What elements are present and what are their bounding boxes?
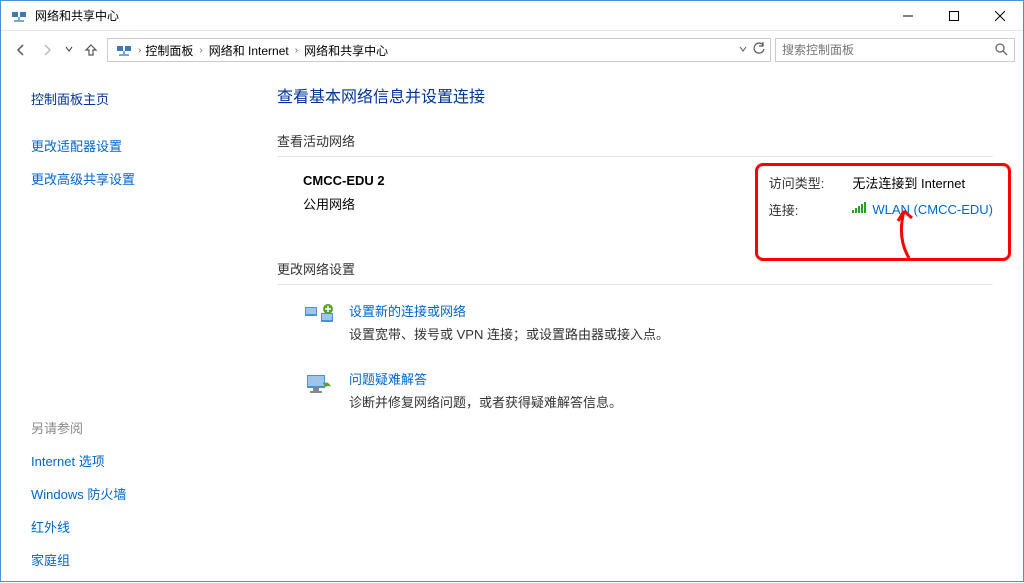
change-settings-heading: 更改网络设置: [277, 259, 993, 278]
sidebar-link-internet-options[interactable]: Internet 选项: [31, 451, 241, 470]
window-title: 网络和共享中心: [35, 7, 885, 24]
breadcrumb-item[interactable]: 网络和 Internet ›: [207, 42, 300, 59]
sidebar: 控制面板主页 更改适配器设置 更改高级共享设置 另请参阅 Internet 选项…: [1, 69, 241, 583]
page-title: 查看基本网络信息并设置连接: [277, 83, 993, 107]
chevron-down-icon[interactable]: [738, 43, 748, 57]
chevron-right-icon: ›: [295, 45, 298, 56]
signal-bars-icon: [852, 202, 866, 217]
task-description: 诊断并修复网络问题，或者获得疑难解答信息。: [349, 392, 622, 411]
network-details: 访问类型: 无法连接到 Internet 连接:: [769, 173, 993, 219]
red-arrow-annotation: [889, 203, 929, 263]
app-icon: [11, 8, 27, 24]
breadcrumb-item[interactable]: 控制面板 ›: [143, 42, 204, 59]
main-content: 查看基本网络信息并设置连接 查看活动网络 CMCC-EDU 2 公用网络 访问类…: [241, 69, 1023, 583]
titlebar: 网络和共享中心: [1, 1, 1023, 31]
sidebar-link-windows-firewall[interactable]: Windows 防火墙: [31, 484, 241, 503]
connection-label: 连接:: [769, 200, 825, 219]
active-networks-heading: 查看活动网络: [277, 131, 993, 150]
minimize-button[interactable]: [885, 1, 931, 31]
breadcrumb-label: 网络和 Internet: [209, 42, 289, 59]
new-connection-icon: [303, 301, 335, 333]
network-name: CMCC-EDU 2: [303, 173, 385, 188]
nav-arrows: [9, 38, 103, 62]
network-type: 公用网络: [303, 194, 385, 213]
divider: [277, 284, 993, 285]
sidebar-link-infrared[interactable]: 红外线: [31, 517, 241, 536]
search-input[interactable]: [782, 43, 994, 57]
divider: [277, 156, 993, 157]
location-icon: [116, 42, 132, 58]
chevron-right-icon: ›: [138, 45, 141, 56]
window-controls: [885, 1, 1023, 31]
search-icon[interactable]: [994, 42, 1008, 59]
history-dropdown-icon[interactable]: [61, 45, 77, 55]
maximize-button[interactable]: [931, 1, 977, 31]
breadcrumb-controls: [738, 42, 766, 59]
close-button[interactable]: [977, 1, 1023, 31]
sidebar-home-link[interactable]: 控制面板主页: [31, 89, 241, 108]
sidebar-link-homegroup[interactable]: 家庭组: [31, 550, 241, 569]
troubleshoot-icon: [303, 369, 335, 401]
body: 控制面板主页 更改适配器设置 更改高级共享设置 另请参阅 Internet 选项…: [1, 69, 1023, 583]
active-network-block: CMCC-EDU 2 公用网络 访问类型: 无法连接到 Internet 连接:: [277, 173, 993, 219]
searchbox[interactable]: [775, 38, 1015, 62]
forward-button[interactable]: [35, 38, 59, 62]
chevron-right-icon: ›: [199, 45, 202, 56]
sidebar-link-advanced-sharing[interactable]: 更改高级共享设置: [31, 169, 241, 188]
back-button[interactable]: [9, 38, 33, 62]
network-identity: CMCC-EDU 2 公用网络: [303, 173, 385, 219]
access-type-label: 访问类型:: [769, 173, 825, 192]
task-link[interactable]: 设置新的连接或网络: [349, 301, 669, 320]
task-item-new-connection: 设置新的连接或网络 设置宽带、拨号或 VPN 连接；或设置路由器或接入点。: [277, 301, 993, 343]
breadcrumb[interactable]: › 控制面板 › 网络和 Internet › 网络和共享中心: [107, 38, 771, 62]
access-type-value: 无法连接到 Internet: [852, 173, 993, 192]
up-button[interactable]: [79, 38, 103, 62]
sidebar-see-also-label: 另请参阅: [31, 418, 241, 437]
breadcrumb-label: 网络和共享中心: [304, 42, 388, 59]
breadcrumb-item[interactable]: 网络和共享中心: [302, 42, 390, 59]
breadcrumb-label: 控制面板: [145, 42, 193, 59]
sidebar-link-adapters[interactable]: 更改适配器设置: [31, 136, 241, 155]
refresh-icon[interactable]: [752, 42, 766, 59]
task-item-troubleshoot: 问题疑难解答 诊断并修复网络问题，或者获得疑难解答信息。: [277, 369, 993, 411]
task-link[interactable]: 问题疑难解答: [349, 369, 622, 388]
task-description: 设置宽带、拨号或 VPN 连接；或设置路由器或接入点。: [349, 324, 669, 343]
navbar: › 控制面板 › 网络和 Internet › 网络和共享中心: [1, 31, 1023, 69]
